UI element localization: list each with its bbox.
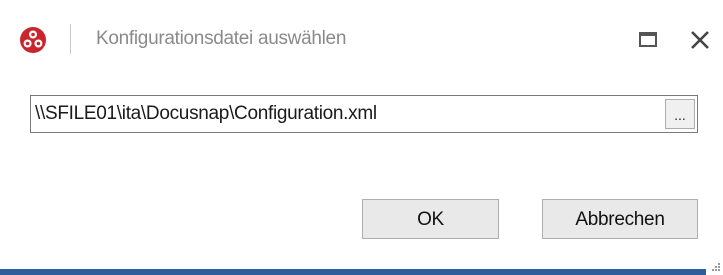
bottom-accent-bar [0,269,706,275]
window-title: Konfigurationsdatei auswählen [96,28,347,49]
title-separator [70,24,71,54]
resize-grip-icon[interactable] [711,262,721,272]
close-icon[interactable] [688,28,712,52]
maximize-icon[interactable] [639,32,657,47]
configuration-path-input[interactable] [35,96,663,132]
browse-button[interactable]: ... [665,99,695,129]
configuration-path-field: ... [30,95,698,133]
title-bar: Konfigurationsdatei auswählen [0,0,723,80]
ok-button[interactable]: OK [362,199,499,239]
file-selection-dialog: Konfigurationsdatei auswählen ... OK Abb… [0,0,723,275]
docusnap-logo-icon [20,27,46,53]
cancel-button[interactable]: Abbrechen [542,199,698,239]
